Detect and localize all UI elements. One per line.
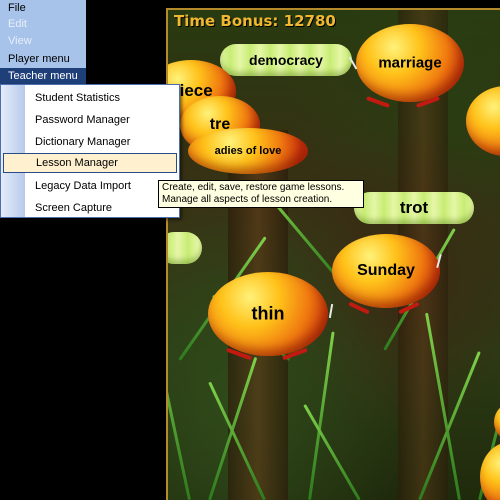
menu-teacher[interactable]: Teacher menu	[0, 68, 86, 84]
beetle-word-label: thin	[251, 303, 285, 324]
menu-item-dictionary-manager[interactable]: Dictionary Manager	[3, 132, 177, 152]
menu-item-legacy-data-import[interactable]: Legacy Data Import	[3, 176, 177, 196]
menu-file[interactable]: File	[0, 0, 86, 16]
beetle-leg	[282, 347, 308, 361]
beetle-word[interactable]: thin	[208, 272, 334, 361]
time-bonus-label: Time Bonus: 12780	[174, 12, 336, 30]
menu-item-lesson-manager[interactable]: Lesson Manager	[3, 153, 177, 173]
beetle-edge[interactable]	[480, 442, 500, 500]
menu-item-student-statistics[interactable]: Student Statistics	[3, 88, 177, 108]
beetle-word[interactable]: Sunday	[332, 234, 442, 315]
beetle-word[interactable]: marriage	[348, 24, 464, 108]
teacher-menu-dropdown: Student Statistics Password Manager Dict…	[0, 84, 180, 218]
menu-view[interactable]: View	[0, 33, 86, 49]
tooltip-line: Create, edit, save, restore game lessons…	[162, 182, 345, 193]
caterpillar-word[interactable]: trot	[354, 192, 474, 224]
menu-edit[interactable]: Edit	[0, 16, 86, 32]
beetle-word-label: marriage	[378, 54, 442, 72]
menu-player[interactable]: Player menu	[0, 51, 86, 67]
beetle-antenna	[328, 303, 334, 319]
grass-blade	[168, 313, 191, 500]
lesson-manager-tooltip: Create, edit, save, restore game lessons…	[158, 180, 364, 208]
caterpillar-fragment[interactable]	[168, 232, 202, 264]
beetle-word[interactable]: adies of love	[188, 128, 308, 174]
beetle-word-label: Sunday	[357, 262, 415, 279]
beetle-word-label: adies of love	[214, 145, 282, 157]
main-menu-bar: File Edit View Player menu Teacher menu	[0, 0, 86, 86]
beetle-edge[interactable]	[466, 86, 500, 156]
menu-item-password-manager[interactable]: Password Manager	[3, 110, 177, 130]
beetle-leg	[348, 301, 370, 315]
caterpillar-word[interactable]: democracy	[220, 44, 352, 76]
tooltip-line: Manage all aspects of lesson creation.	[162, 194, 333, 205]
caterpillar-word-label: democracy	[249, 52, 323, 68]
game-viewport[interactable]: Time Bonus: 12780 democracy marriage pie…	[166, 8, 500, 500]
caterpillar-word-label: trot	[399, 198, 429, 217]
menu-item-screen-capture[interactable]: Screen Capture	[3, 198, 177, 218]
beetle-leg	[366, 96, 390, 108]
